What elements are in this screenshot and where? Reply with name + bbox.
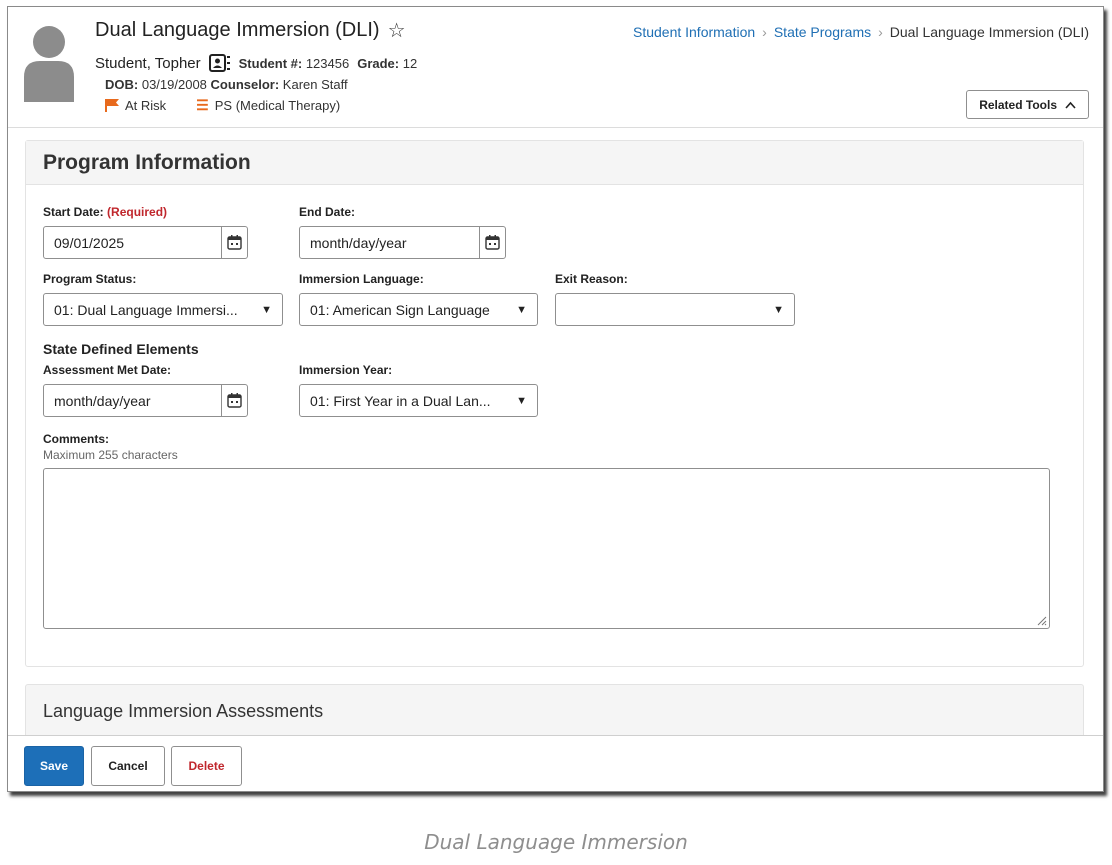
program-information-panel: Program Information Start Date: (Require…	[25, 140, 1084, 667]
checklist-icon: ☰	[196, 97, 209, 113]
app-window: Dual Language Immersion (DLI) ☆ Student …	[7, 6, 1104, 792]
flag-icon	[105, 99, 119, 112]
breadcrumb: Student Information › State Programs › D…	[633, 24, 1089, 40]
action-bar: Save Cancel Delete	[8, 735, 1103, 791]
save-button[interactable]: Save	[24, 746, 84, 786]
immersion-language-field: Immersion Language: 01: American Sign La…	[299, 272, 538, 326]
panel-title: Program Information	[43, 150, 251, 174]
student-name: Student, Topher	[95, 54, 201, 72]
start-date-input[interactable]: 09/01/2025	[43, 226, 248, 259]
caret-down-icon: ▼	[261, 303, 272, 316]
dob-value: 03/19/2008	[141, 77, 207, 92]
comments-field: Comments: Maximum 255 characters	[43, 432, 1050, 629]
student-number: Student #: 123456	[238, 55, 350, 71]
chevron-right-icon: ›	[878, 24, 883, 40]
end-date-field: End Date: month/day/year	[299, 205, 506, 259]
title-row: Dual Language Immersion (DLI) ☆	[95, 19, 406, 42]
program-status-field: Program Status: 01: Dual Language Immers…	[43, 272, 283, 326]
caret-down-icon: ▼	[773, 303, 784, 316]
flag-ps-medical-therapy[interactable]: PS (Medical Therapy)	[215, 98, 340, 113]
student-summary: Student, Topher Student #: 123456 Grade:…	[95, 54, 417, 72]
page-title: Dual Language Immersion (DLI)	[95, 19, 380, 41]
comments-textarea[interactable]	[43, 468, 1050, 629]
chevron-right-icon: ›	[762, 24, 767, 40]
start-date-label: Start Date: (Required)	[43, 205, 168, 219]
calendar-icon[interactable]	[221, 385, 247, 416]
flag-at-risk[interactable]: At Risk	[125, 98, 166, 113]
assessment-met-date-field: Assessment Met Date: month/day/year	[43, 363, 248, 417]
student-grade: Grade: 12	[357, 55, 418, 71]
student-details: DOB: 03/19/2008 Counselor: Karen Staff	[105, 77, 348, 92]
resize-handle-icon[interactable]	[1035, 614, 1047, 626]
panel-header: Program Information	[26, 141, 1083, 185]
immersion-year-label: Immersion Year:	[299, 363, 393, 377]
immersion-language-select[interactable]: 01: American Sign Language ▼	[299, 293, 538, 326]
caret-down-icon: ▼	[516, 394, 527, 407]
state-defined-elements-heading: State Defined Elements	[43, 341, 199, 357]
immersion-year-select[interactable]: 01: First Year in a Dual Lan... ▼	[299, 384, 538, 417]
avatar-icon	[24, 26, 74, 102]
program-status-select[interactable]: 01: Dual Language Immersi... ▼	[43, 293, 283, 326]
content-area[interactable]: Program Information Start Date: (Require…	[8, 128, 1103, 744]
exit-reason-select[interactable]: ▼	[555, 293, 795, 326]
comments-hint: Maximum 255 characters	[43, 448, 178, 462]
assessment-met-date-input[interactable]: month/day/year	[43, 384, 248, 417]
student-flags: At Risk ☰ PS (Medical Therapy)	[105, 97, 340, 114]
related-tools-label: Related Tools	[979, 97, 1057, 112]
exit-reason-field: Exit Reason: ▼	[555, 272, 795, 326]
breadcrumb-student-information[interactable]: Student Information	[633, 24, 755, 40]
panel-title: Language Immersion Assessments	[43, 701, 324, 721]
start-date-field: Start Date: (Required) 09/01/2025	[43, 205, 248, 259]
image-caption: Dual Language Immersion	[424, 830, 688, 854]
breadcrumb-current: Dual Language Immersion (DLI)	[889, 24, 1089, 40]
id-card-icon[interactable]	[208, 54, 231, 72]
related-tools-button[interactable]: Related Tools	[966, 90, 1089, 119]
immersion-year-field: Immersion Year: 01: First Year in a Dual…	[299, 363, 538, 417]
comments-label: Comments:	[43, 432, 110, 446]
star-icon[interactable]: ☆	[388, 21, 406, 41]
chevron-up-icon	[1065, 101, 1076, 109]
student-header: Dual Language Immersion (DLI) ☆ Student …	[8, 7, 1103, 128]
caret-down-icon: ▼	[516, 303, 527, 316]
program-status-label: Program Status:	[43, 272, 137, 286]
calendar-icon[interactable]	[221, 227, 247, 258]
cancel-button[interactable]: Cancel	[91, 746, 165, 786]
counselor-value: Karen Staff	[282, 77, 348, 92]
delete-button[interactable]: Delete	[171, 746, 242, 786]
assessment-met-date-label: Assessment Met Date:	[43, 363, 172, 377]
immersion-language-label: Immersion Language:	[299, 272, 424, 286]
exit-reason-label: Exit Reason:	[555, 272, 628, 286]
end-date-input[interactable]: month/day/year	[299, 226, 506, 259]
breadcrumb-state-programs[interactable]: State Programs	[774, 24, 871, 40]
calendar-icon[interactable]	[479, 227, 505, 258]
end-date-label: End Date:	[299, 205, 356, 219]
